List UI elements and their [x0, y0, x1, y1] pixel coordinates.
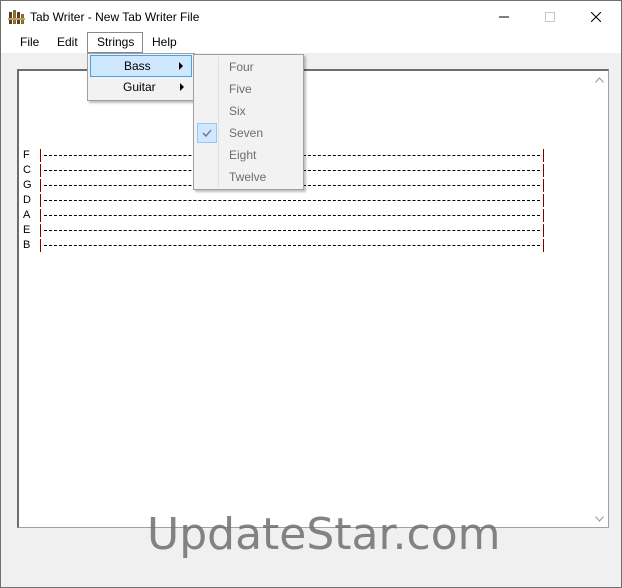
menu-item-label: Bass	[124, 59, 151, 73]
string-start-bar	[40, 149, 41, 162]
string-line	[44, 215, 540, 216]
menu-item-label: Six	[229, 104, 246, 118]
string-end-bar	[543, 239, 544, 252]
menu-item-label: Seven	[229, 126, 264, 140]
tab-string-row: A	[19, 208, 579, 223]
menu-item-guitar[interactable]: Guitar	[90, 77, 192, 99]
string-start-bar	[40, 194, 41, 207]
menu-item-seven[interactable]: Seven	[196, 123, 301, 145]
submenu-arrow-icon	[179, 62, 183, 70]
string-end-bar	[543, 179, 544, 192]
scroll-up-button[interactable]	[591, 71, 608, 88]
string-start-bar	[40, 179, 41, 192]
string-label: D	[23, 194, 31, 206]
menu-item-twelve[interactable]: Twelve	[196, 167, 301, 189]
menu-item-label: Four	[229, 60, 254, 74]
string-start-bar	[40, 239, 41, 252]
menu-help[interactable]: Help	[146, 32, 183, 53]
app-window: Tab Writer - New Tab Writer File File Ed…	[0, 0, 622, 588]
menu-file[interactable]: File	[14, 32, 45, 53]
tab-string-row: D	[19, 193, 579, 208]
string-label: F	[23, 149, 30, 161]
tab-editor-area[interactable]: F C G D A E B	[17, 69, 609, 528]
string-label: C	[23, 164, 31, 176]
strings-menu-dropdown: Bass Guitar	[87, 53, 195, 101]
maximize-button[interactable]	[527, 1, 573, 32]
string-end-bar	[543, 224, 544, 237]
string-line	[44, 200, 540, 201]
string-end-bar	[543, 209, 544, 222]
close-button[interactable]	[573, 1, 619, 32]
string-start-bar	[40, 209, 41, 222]
minimize-icon	[499, 16, 509, 17]
chevron-up-icon	[595, 76, 604, 83]
app-logo-icon	[8, 10, 25, 24]
string-line	[44, 230, 540, 231]
menu-item-label: Twelve	[229, 170, 267, 184]
window-title: Tab Writer - New Tab Writer File	[30, 10, 200, 24]
bass-submenu-dropdown: Four Five Six Seven Eight Twelve	[193, 54, 304, 190]
close-icon	[591, 11, 601, 22]
string-end-bar	[543, 194, 544, 207]
string-label: A	[23, 209, 31, 221]
minimize-button[interactable]	[481, 1, 527, 32]
title-bar[interactable]: Tab Writer - New Tab Writer File	[1, 1, 621, 32]
string-start-bar	[40, 164, 41, 177]
string-label: B	[23, 239, 31, 251]
menu-strings[interactable]: Strings	[87, 32, 143, 53]
string-line	[44, 245, 540, 246]
scroll-down-button[interactable]	[591, 510, 608, 527]
string-end-bar	[543, 164, 544, 177]
menu-item-label: Eight	[229, 148, 257, 162]
string-label: G	[23, 179, 32, 191]
menu-item-four[interactable]: Four	[196, 57, 301, 79]
menu-item-six[interactable]: Six	[196, 101, 301, 123]
watermark-text: UpdateStar.com	[147, 509, 501, 560]
menu-item-label: Guitar	[123, 80, 156, 94]
vertical-scrollbar[interactable]	[591, 71, 608, 527]
menu-item-eight[interactable]: Eight	[196, 145, 301, 167]
string-end-bar	[543, 149, 544, 162]
checkmark-icon	[202, 129, 212, 137]
tab-string-row: E	[19, 223, 579, 238]
string-label: E	[23, 224, 31, 236]
tab-string-row: B	[19, 238, 579, 253]
menu-edit[interactable]: Edit	[51, 32, 84, 53]
menu-bar: File Edit Strings Help	[1, 32, 621, 53]
maximize-icon	[545, 11, 555, 22]
string-start-bar	[40, 224, 41, 237]
checkmark-box	[197, 123, 217, 143]
menu-item-five[interactable]: Five	[196, 79, 301, 101]
menu-item-label: Five	[229, 82, 252, 96]
chevron-down-icon	[595, 515, 604, 522]
menu-item-bass[interactable]: Bass	[90, 55, 192, 77]
submenu-arrow-icon	[180, 83, 184, 91]
